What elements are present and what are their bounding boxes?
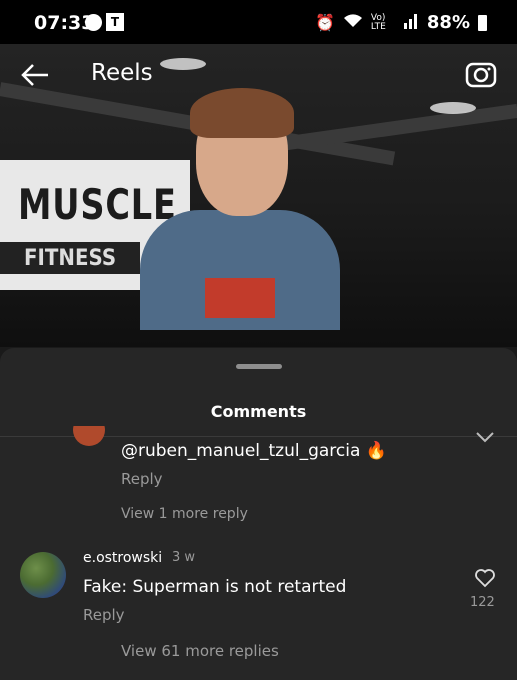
- messenger-icon: [85, 14, 102, 31]
- reply-button[interactable]: Reply: [83, 606, 125, 624]
- comments-title: Comments: [210, 402, 307, 421]
- view-more-replies[interactable]: View 1 more reply: [121, 506, 248, 522]
- reply-button[interactable]: Reply: [121, 470, 163, 488]
- battery-percent: 88%: [426, 12, 470, 33]
- network-label: Vo) LTE: [370, 12, 386, 32]
- camera-icon[interactable]: [465, 58, 497, 90]
- reel-video[interactable]: MUSCLE FITNESS: [0, 44, 517, 347]
- status-bar: 07:33 T ⏰ Vo) LTE 88%: [0, 0, 517, 44]
- comment-username[interactable]: e.ostrowski: [83, 550, 162, 566]
- ceiling-beam: [259, 103, 517, 154]
- wifi-icon: [343, 13, 363, 33]
- gym-sign-subtext: FITNESS: [24, 246, 117, 271]
- notification-app-icon: T: [106, 13, 124, 31]
- signal-icon: [403, 13, 419, 33]
- comments-sheet: [0, 348, 517, 680]
- comment-text: Fake: Superman is not retarted: [83, 577, 347, 597]
- heart-icon[interactable]: [474, 568, 496, 588]
- drag-handle[interactable]: [236, 364, 282, 369]
- ceiling-light: [430, 102, 476, 114]
- heart-icon[interactable]: [474, 430, 496, 450]
- status-right: ⏰ Vo) LTE 88%: [315, 12, 487, 33]
- ceiling-light: [160, 58, 206, 70]
- page-title: Reels: [91, 60, 153, 86]
- superman-logo: [205, 278, 275, 318]
- gym-sign-text: MUSCLE: [18, 180, 177, 229]
- comment-timestamp: 3 w: [172, 550, 196, 565]
- comment-text: @ruben_manuel_tzul_garcia 🔥: [121, 441, 387, 461]
- battery-icon: [478, 14, 487, 31]
- alarm-icon: ⏰: [314, 13, 335, 32]
- back-arrow-icon[interactable]: [20, 62, 50, 88]
- avatar[interactable]: [73, 426, 105, 448]
- avatar[interactable]: [20, 552, 66, 598]
- person-hair: [190, 88, 294, 138]
- view-more-replies[interactable]: View 61 more replies: [121, 642, 279, 660]
- like-count: 122: [470, 595, 495, 610]
